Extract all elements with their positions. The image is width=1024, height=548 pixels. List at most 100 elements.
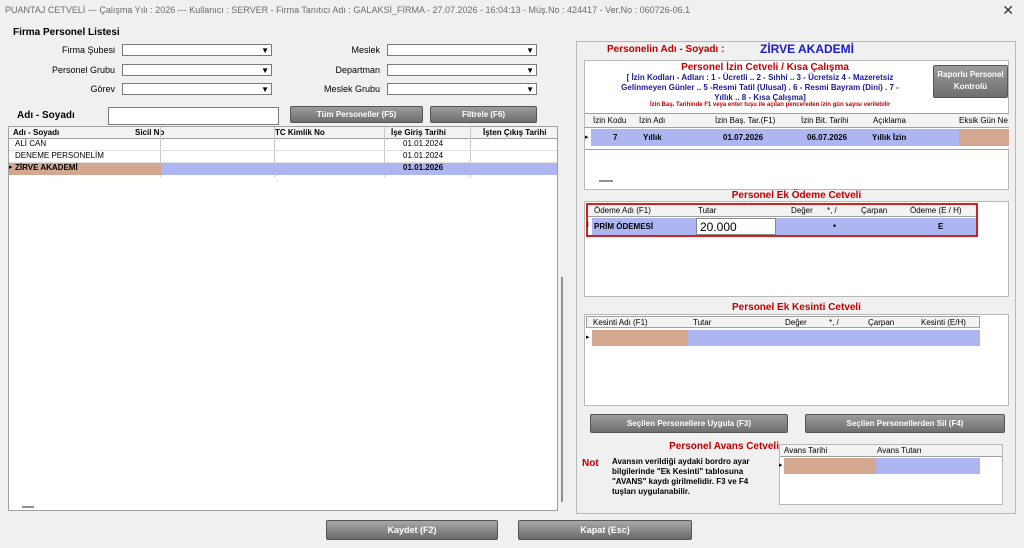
chevron-down-icon: ▼ bbox=[526, 46, 534, 55]
name-search-input[interactable] bbox=[108, 107, 279, 125]
cell-izin-bit: 06.07.2026 bbox=[807, 133, 848, 142]
cell-name: ALİ CAN bbox=[15, 139, 47, 148]
col-header[interactable]: İşe Giriş Tarihi bbox=[391, 127, 446, 138]
col-header[interactable]: İzin Baş. Tar.(F1) bbox=[715, 114, 775, 127]
avans-row[interactable] bbox=[784, 458, 980, 474]
col-header[interactable]: Değer bbox=[791, 205, 813, 216]
all-personnel-button[interactable]: Tüm Personeller (F5) bbox=[290, 106, 423, 123]
meslek-grubu-select[interactable]: ▼ bbox=[387, 83, 537, 95]
close-button[interactable]: Kapat (Esc) bbox=[518, 520, 692, 540]
col-header[interactable]: Kesinti Adı (F1) bbox=[593, 317, 648, 328]
title-bar: PUANTAJ CETVELİ --- Çalışma Yılı : 2026 … bbox=[0, 0, 1024, 22]
row-edit-icon: I bbox=[587, 222, 589, 229]
selected-cell-bg bbox=[592, 330, 688, 346]
row-pointer-icon: ▸ bbox=[9, 164, 13, 171]
cell-giris: 01.01.2024 bbox=[403, 139, 444, 148]
table-row[interactable]: DENEME PERSONELİM 01.01.2024 bbox=[9, 151, 557, 163]
meslek-select[interactable]: ▼ bbox=[387, 44, 537, 56]
label-meslek-grubu: Meslek Grubu bbox=[323, 84, 380, 94]
izin-codes: [ İzin Kodları - Adları : 1 - Ücretli ..… bbox=[590, 73, 930, 103]
cell-name: ZİRVE AKADEMİ bbox=[15, 163, 78, 172]
gorev-select[interactable]: ▼ bbox=[122, 83, 272, 95]
cell-aciklama: Yıllık İzin bbox=[872, 133, 907, 142]
col-header[interactable]: TC Kimlik No bbox=[275, 127, 325, 138]
table-header: Adı - Soyadı Sicil No TC Kimlik No İşe G… bbox=[9, 127, 557, 139]
row-pointer-icon: ▸ bbox=[586, 334, 590, 341]
window-title: PUANTAJ CETVELİ --- Çalışma Yılı : 2026 … bbox=[5, 5, 691, 15]
chevron-down-icon: ▼ bbox=[261, 46, 269, 55]
col-header[interactable]: *, / bbox=[829, 317, 839, 328]
chevron-down-icon: ▼ bbox=[526, 66, 534, 75]
scrollbar[interactable] bbox=[561, 277, 563, 502]
personel-grubu-select[interactable]: ▼ bbox=[122, 64, 272, 76]
label-departman: Departman bbox=[335, 65, 380, 75]
avans-header: Avans Tarihi Avans Tutarı bbox=[780, 445, 1002, 457]
cell-giris: 01.01.2026 bbox=[403, 163, 444, 172]
col-header[interactable]: *, / bbox=[827, 205, 837, 216]
izin-hint: İzin Baş. Tarihinde F1 veya enter tuşu i… bbox=[650, 102, 891, 108]
name-search-label: Adı - Soyadı bbox=[17, 110, 75, 121]
label-gorev: Görev bbox=[90, 84, 115, 94]
scroll-handle[interactable] bbox=[22, 506, 34, 508]
cell-izin-kodu: 7 bbox=[613, 133, 618, 142]
chevron-down-icon: ▼ bbox=[261, 85, 269, 94]
col-header[interactable]: İzin Adı bbox=[639, 114, 665, 127]
delete-selected-button[interactable]: Seçilen Personellerden Sil (F4) bbox=[805, 414, 1005, 433]
apply-selected-button[interactable]: Seçilen Personellere Uygula (F3) bbox=[590, 414, 788, 433]
col-header[interactable]: Avans Tutarı bbox=[877, 445, 922, 456]
col-header[interactable]: Adı - Soyadı bbox=[13, 127, 59, 138]
col-header[interactable]: Çarpan bbox=[868, 317, 894, 328]
ek-kesinti-header: Kesinti Adı (F1) Tutar Değer *, / Çarpan… bbox=[586, 316, 980, 328]
col-header[interactable]: İşten Çıkış Tarihi bbox=[483, 127, 546, 138]
chevron-down-icon: ▼ bbox=[526, 85, 534, 94]
col-header[interactable]: Tutar bbox=[698, 205, 716, 216]
col-header[interactable]: İzin Kodu bbox=[593, 114, 626, 127]
izin-table-header: İzin Kodu İzin Adı İzin Baş. Tar.(F1) İz… bbox=[585, 114, 1009, 128]
ek-odeme-header: Ödeme Adı (F1) Tutar Değer *, / Çarpan Ö… bbox=[588, 205, 976, 217]
col-header[interactable]: Ödeme Adı (F1) bbox=[594, 205, 651, 216]
ek-odeme-title: Personel Ek Ödeme Cetveli bbox=[731, 190, 862, 201]
selected-cell-bg bbox=[959, 129, 1009, 146]
cell-name: DENEME PERSONELİM bbox=[15, 151, 104, 160]
cell-eh: E bbox=[938, 222, 944, 231]
ek-odeme-table: Ödeme Adı (F1) Tutar Değer *, / Çarpan Ö… bbox=[586, 203, 978, 237]
izin-title: Personel İzin Cetveli / Kısa Çalışma bbox=[681, 62, 849, 73]
ek-kesinti-row[interactable] bbox=[592, 330, 980, 346]
izin-codes-line: Gelinmeyen Günler .. 5 -Resmi Tatil (Ulu… bbox=[621, 83, 899, 92]
izin-row[interactable]: 7 Yıllık 01.07.2026 06.07.2026 Yıllık İz… bbox=[591, 129, 1009, 146]
table-row-selected[interactable]: ▸ ZİRVE AKADEMİ 01.01.2026 bbox=[9, 163, 557, 175]
col-header[interactable]: Ödeme (E / H) bbox=[910, 205, 962, 216]
tutar-value: 20.000 bbox=[700, 220, 737, 234]
departman-select[interactable]: ▼ bbox=[387, 64, 537, 76]
firma-subesi-select[interactable]: ▼ bbox=[122, 44, 272, 56]
close-icon[interactable]: ✕ bbox=[1002, 2, 1014, 19]
person-name: ZİRVE AKADEMİ bbox=[760, 42, 855, 56]
filter-button[interactable]: Filtrele (F6) bbox=[430, 106, 537, 123]
save-button[interactable]: Kaydet (F2) bbox=[326, 520, 498, 540]
izin-codes-line: [ İzin Kodları - Adları : 1 - Ücretli ..… bbox=[626, 73, 894, 82]
selected-cell-bg bbox=[784, 458, 876, 474]
col-header[interactable]: Tutar bbox=[693, 317, 711, 328]
row-pointer-icon: ▸ bbox=[585, 134, 589, 141]
col-header[interactable]: Avans Tarihi bbox=[784, 445, 827, 456]
table-row[interactable]: ALİ CAN 01.01.2024 bbox=[9, 139, 557, 151]
col-header[interactable]: İzin Bit. Tarihi bbox=[801, 114, 848, 127]
scroll-handle[interactable] bbox=[599, 180, 613, 182]
ek-odeme-row[interactable]: PRİM ÖDEMESİ 20.000 * E bbox=[592, 218, 976, 235]
cell-giris: 01.01.2024 bbox=[403, 151, 444, 160]
row-pointer-icon: ▸ bbox=[779, 462, 783, 469]
cell-izin-bas: 01.07.2026 bbox=[723, 133, 764, 142]
personnel-list-title: Firma Personel Listesi bbox=[13, 27, 120, 38]
col-header[interactable]: Kesinti (E/H) bbox=[921, 317, 966, 328]
col-header[interactable]: Eksik Gün Ne bbox=[959, 114, 1008, 127]
col-header[interactable]: Çarpan bbox=[861, 205, 887, 216]
person-name-label: Personelin Adı - Soyadı : bbox=[607, 44, 725, 55]
cell-odeme-adi: PRİM ÖDEMESİ bbox=[594, 222, 654, 231]
tutar-input[interactable]: 20.000 bbox=[696, 218, 776, 235]
avans-note: Avansın verildiği aydaki bordro ayar bil… bbox=[612, 457, 750, 496]
report-check-button[interactable]: Raporlu Personel Kontrolü bbox=[933, 65, 1008, 98]
ek-kesinti-title: Personel Ek Kesinti Cetveli bbox=[732, 302, 861, 313]
izin-table: İzin Kodu İzin Adı İzin Baş. Tar.(F1) İz… bbox=[585, 113, 1009, 150]
col-header[interactable]: Değer bbox=[785, 317, 807, 328]
col-header[interactable]: Açıklama bbox=[873, 114, 906, 127]
